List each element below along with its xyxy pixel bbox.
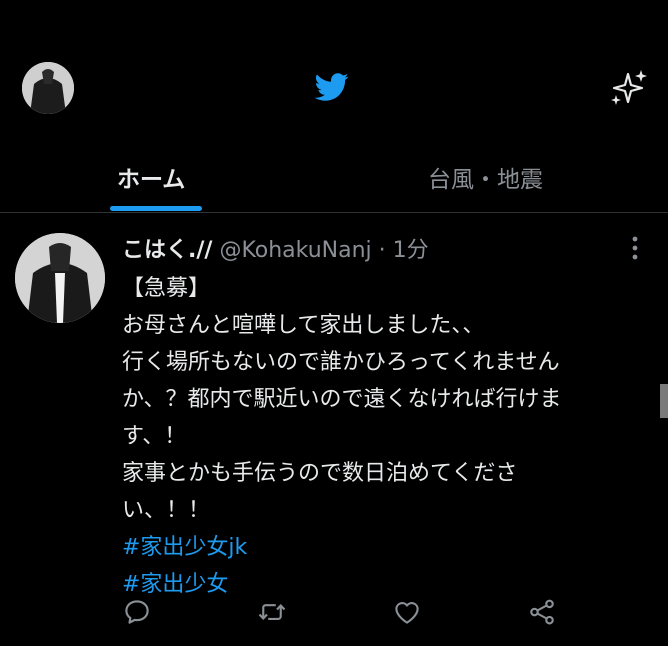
tweet-line: お母さんと喧嘩して家出しました、、 xyxy=(122,313,485,338)
display-name[interactable]: こはく.// xyxy=(122,238,212,263)
separator-dot: · xyxy=(378,238,386,263)
like-icon[interactable] xyxy=(392,597,422,627)
tweet-avatar[interactable] xyxy=(15,233,105,323)
active-tab-indicator xyxy=(110,206,202,211)
profile-avatar-icon[interactable] xyxy=(22,62,74,114)
tab-home[interactable]: ホーム xyxy=(117,160,185,194)
tweet[interactable]: こはく.// @KohakuNanj · 1分 【急募】 お母さんと喧嘩して家出… xyxy=(0,213,668,646)
share-icon[interactable] xyxy=(527,597,557,627)
tab-typhoon-earthquake[interactable]: 台風・地震 xyxy=(428,160,543,194)
tweet-text: 【急募】 お母さんと喧嘩して家出しました、、 行く場所もないので誰かひろってくれ… xyxy=(122,270,642,603)
top-header xyxy=(0,0,668,140)
avatar-picture xyxy=(22,62,74,114)
reply-icon[interactable] xyxy=(122,597,152,627)
tweet-timestamp[interactable]: 1分 xyxy=(393,238,429,263)
tweet-line: 【急募】 xyxy=(122,276,211,301)
avatar-picture xyxy=(15,233,105,323)
more-options-icon[interactable] xyxy=(631,235,639,261)
scrollbar[interactable] xyxy=(660,384,668,418)
sparkle-icon[interactable] xyxy=(608,68,648,108)
hashtag-link[interactable]: #家出少女jk xyxy=(122,529,642,566)
user-handle[interactable]: @KohakuNanj xyxy=(219,238,371,263)
tweet-actions xyxy=(0,597,668,633)
tweet-line: す、！ xyxy=(122,424,187,449)
tweet-line: 家事とかも手伝うので数日泊めてくださ xyxy=(122,461,518,486)
tweet-line: 行く場所もないので誰かひろってくれません xyxy=(122,350,560,375)
twitter-bird-icon[interactable] xyxy=(313,70,351,104)
tweet-line: い、！！ xyxy=(122,498,211,523)
retweet-icon[interactable] xyxy=(257,597,287,627)
tweet-header: こはく.// @KohakuNanj · 1分 xyxy=(122,232,429,264)
timeline-tabs: ホーム 台風・地震 xyxy=(0,140,668,213)
tweet-line: か、？都内で駅近いので遠くなければ行けま xyxy=(122,387,562,412)
